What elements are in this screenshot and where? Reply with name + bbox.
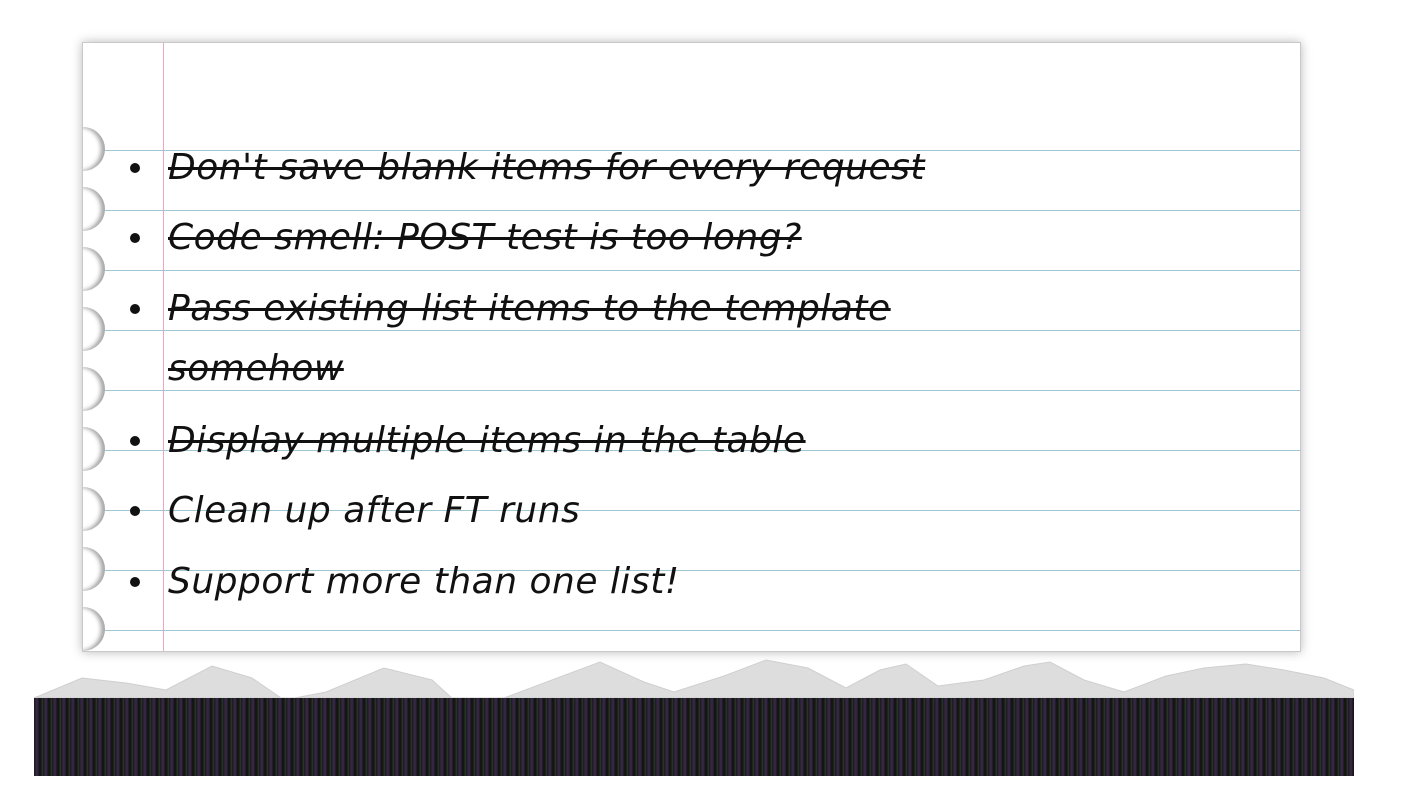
binder-hole bbox=[83, 187, 105, 231]
todo-item: Display multiple items in the table bbox=[130, 411, 1008, 471]
todo-list: Don't save blank items for every request… bbox=[130, 138, 1008, 612]
binder-hole bbox=[83, 307, 105, 351]
todo-item: Code smell: POST test is too long? bbox=[130, 208, 1008, 268]
bullet-icon bbox=[130, 233, 140, 243]
binder-hole bbox=[83, 247, 105, 291]
rule-line bbox=[83, 630, 1300, 631]
torn-paper-edge bbox=[34, 658, 1354, 776]
todo-item: Support more than one list! bbox=[130, 552, 1008, 612]
bullet-icon bbox=[130, 163, 140, 173]
margin-line bbox=[163, 43, 164, 651]
binder-hole bbox=[83, 487, 105, 531]
todo-item-text: Support more than one list! bbox=[168, 561, 680, 602]
binder-hole bbox=[83, 367, 105, 411]
torn-edge-noise bbox=[34, 698, 1354, 776]
bullet-icon bbox=[130, 436, 140, 446]
bullet-icon bbox=[130, 506, 140, 516]
binder-hole bbox=[83, 427, 105, 471]
todo-item-text: Code smell: POST test is too long? bbox=[168, 217, 802, 258]
todo-item-text: Pass existing list items to the template… bbox=[168, 288, 891, 389]
todo-item-text: Don't save blank items for every request bbox=[168, 147, 926, 188]
bullet-icon bbox=[130, 577, 140, 587]
binder-hole bbox=[83, 127, 105, 171]
torn-edge-shape bbox=[34, 659, 1354, 701]
binder-hole bbox=[83, 547, 105, 591]
todo-item-text: Clean up after FT runs bbox=[168, 490, 581, 531]
bullet-icon bbox=[130, 304, 140, 314]
todo-item: Don't save blank items for every request bbox=[130, 138, 1008, 198]
todo-item: Clean up after FT runs bbox=[130, 481, 1008, 541]
binder-holes bbox=[83, 43, 123, 651]
binder-hole bbox=[83, 607, 105, 651]
todo-item-text: Display multiple items in the table bbox=[168, 420, 806, 461]
todo-item: Pass existing list items to the template… bbox=[130, 279, 1008, 399]
